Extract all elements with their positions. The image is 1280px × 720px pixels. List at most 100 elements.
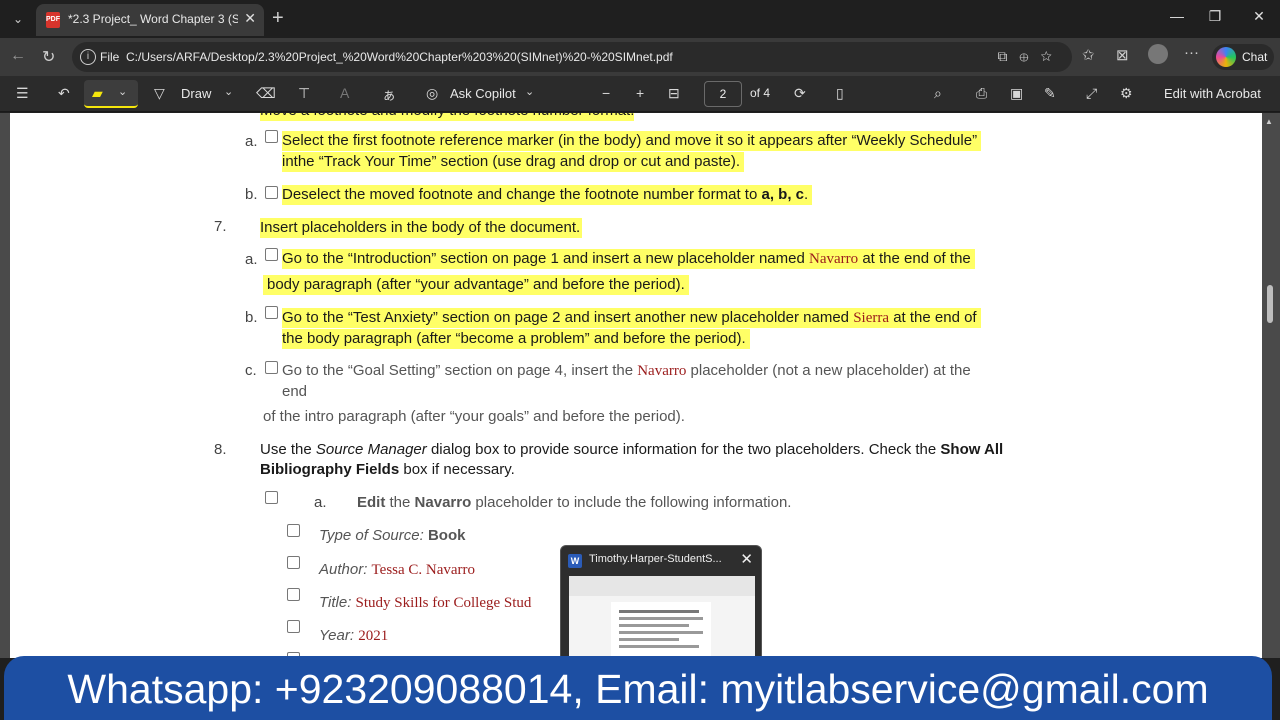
browser-tab-strip: ⌄ PDF *2.3 Project_ Word Chapter 3 (SIM … — [0, 0, 1280, 38]
instruction-line: Use the Source Manager dialog box to pro… — [260, 440, 1003, 460]
tab-title: *2.3 Project_ Word Chapter 3 (SIM — [68, 12, 238, 26]
checkbox[interactable] — [287, 588, 300, 601]
close-window-icon[interactable]: ✕ — [1244, 8, 1274, 25]
field-value: Tessa C. Navarro — [371, 562, 476, 578]
save-as-icon[interactable]: ✎ — [1044, 85, 1056, 102]
read-aloud-icon[interactable]: ぁ — [382, 85, 396, 105]
back-icon[interactable]: ← — [10, 47, 26, 65]
draw-label[interactable]: Draw — [181, 86, 211, 101]
favorites-icon[interactable]: ✩ — [1082, 46, 1095, 64]
checkbox[interactable] — [265, 491, 278, 504]
source-field: Title: Study Skills for College Stud — [319, 593, 531, 613]
item-letter: a. — [245, 133, 258, 150]
profile-avatar[interactable] — [1148, 44, 1168, 64]
copilot-icon — [1216, 47, 1236, 67]
instruction-text: Use the — [260, 441, 312, 458]
draw-icon[interactable]: ▽ — [154, 85, 165, 102]
placeholder-name: Navarro — [637, 363, 687, 379]
pdf-icon: PDF — [46, 12, 60, 28]
checkbox[interactable] — [265, 361, 278, 374]
search-icon[interactable]: ⌕ — [934, 85, 942, 102]
address-actions[interactable]: ⧉⊕☆ — [997, 48, 1064, 65]
more-menu-icon[interactable]: ··· — [1184, 44, 1199, 61]
instruction-line: end — [282, 383, 308, 400]
instruction-text: at the end of the — [862, 250, 971, 267]
field-label: Type of Source: — [319, 527, 424, 544]
instruction-line: Deselect the moved footnote and change t… — [282, 185, 813, 205]
info-icon[interactable]: i — [80, 49, 96, 65]
checkbox[interactable] — [287, 620, 300, 633]
instruction-line: Go to the “Test Anxiety” section on page… — [282, 308, 981, 328]
close-icon[interactable]: ✕ — [740, 550, 753, 568]
text-box-icon[interactable]: ⊤ — [298, 85, 310, 102]
instruction-text: Deselect the moved footnote and change t… — [282, 186, 758, 203]
checkbox[interactable] — [265, 306, 278, 319]
address-url[interactable]: C:/Users/ARFA/Desktop/2.3%20Project_%20W… — [126, 50, 673, 64]
instruction-text: Go to the “Introduction” section on page… — [282, 250, 805, 267]
instruction-text: box if necessary. — [403, 461, 515, 478]
instruction-text: at the end of — [893, 309, 977, 326]
instruction-line: Go to the “Introduction” section on page… — [282, 249, 975, 269]
refresh-icon[interactable]: ↻ — [42, 47, 55, 67]
item-letter: b. — [245, 309, 258, 326]
eraser-icon[interactable]: ⌫ — [256, 85, 276, 102]
undo-icon[interactable]: ↶ — [58, 85, 70, 102]
contact-banner: Whatsapp: +923209088014, Email: myitlabs… — [4, 656, 1272, 720]
minimize-icon[interactable]: — — [1162, 8, 1192, 24]
field-value: Study Skills for College Stud — [355, 595, 532, 611]
instruction-text: Go to the “Test Anxiety” section on page… — [282, 309, 850, 326]
checkbox[interactable] — [265, 130, 278, 143]
new-tab-icon[interactable]: + — [272, 8, 284, 28]
copilot-small-icon[interactable]: ◎ — [426, 85, 438, 102]
page-count: of 4 — [750, 86, 771, 100]
edit-with-acrobat-button[interactable]: Edit with Acrobat — [1164, 86, 1261, 101]
fullscreen-icon[interactable]: ⤢ — [1086, 85, 1097, 102]
browser-tab[interactable]: PDF *2.3 Project_ Word Chapter 3 (SIM ✕ — [36, 4, 264, 36]
page-number-input[interactable]: 2 — [704, 81, 742, 107]
address-bar[interactable]: i File C:/Users/ARFA/Desktop/2.3%20Proje… — [72, 42, 1072, 72]
checkbox[interactable] — [265, 186, 278, 199]
zoom-out-icon[interactable]: − — [602, 85, 610, 101]
rotate-icon[interactable]: ⟳ — [794, 85, 806, 102]
thumbnail-image — [569, 576, 755, 662]
instruction-line: body paragraph (after “your advantage” a… — [263, 275, 689, 295]
checkbox[interactable] — [287, 556, 300, 569]
checkbox[interactable] — [265, 248, 278, 261]
period: . — [804, 186, 809, 203]
instruction-text: dialog box to provide source information… — [430, 441, 937, 458]
field-label: Title: — [319, 594, 352, 611]
vertical-scrollbar[interactable]: ▲ — [1265, 113, 1275, 658]
copilot-chat-button[interactable]: Chat — [1212, 44, 1274, 70]
scroll-thumb[interactable] — [1267, 285, 1273, 323]
field-label: Year: — [319, 627, 355, 644]
scroll-up-icon[interactable]: ▲ — [1265, 117, 1273, 126]
extensions-icon[interactable]: ⊠ — [1116, 46, 1129, 64]
instruction-text: the — [389, 494, 411, 511]
ask-copilot-label[interactable]: Ask Copilot — [450, 86, 516, 101]
item-heading: Insert placeholders in the body of the d… — [260, 218, 583, 238]
option-name: Show All — [940, 441, 1004, 458]
save-icon[interactable]: ▣ — [1010, 85, 1023, 102]
chevron-down-icon[interactable]: ⌄ — [118, 85, 127, 98]
window-thumbnail-preview[interactable]: W Timothy.Harper-StudentS... ✕ — [560, 545, 762, 662]
tab-list-chevron-icon[interactable]: ⌄ — [6, 8, 30, 30]
zoom-in-icon[interactable]: + — [636, 85, 644, 101]
highlight-button[interactable]: ▰ ⌄ — [84, 80, 138, 108]
copilot-chevron-icon[interactable]: ⌄ — [525, 85, 534, 98]
contents-icon[interactable]: ☰ — [16, 85, 29, 102]
placeholder-name: Sierra — [853, 310, 890, 326]
close-tab-icon[interactable]: ✕ — [244, 10, 256, 27]
instruction-line: Go to the “Goal Setting” section on page… — [282, 361, 971, 381]
source-field: Year: 2021 — [319, 626, 388, 646]
page-view-icon[interactable]: ▯ — [836, 85, 844, 102]
item-number: 7. — [214, 218, 227, 235]
fit-width-icon[interactable]: ⊟ — [668, 85, 680, 102]
highlighter-icon: ▰ — [92, 85, 103, 101]
checkbox[interactable] — [287, 524, 300, 537]
print-icon[interactable]: ⎙ — [976, 85, 987, 102]
format-value: a, b, c — [761, 186, 805, 203]
settings-gear-icon[interactable]: ⚙ — [1120, 85, 1133, 102]
item-letter: a. — [314, 494, 327, 511]
draw-chevron-icon[interactable]: ⌄ — [224, 85, 233, 98]
restore-icon[interactable]: ❐ — [1200, 8, 1230, 25]
